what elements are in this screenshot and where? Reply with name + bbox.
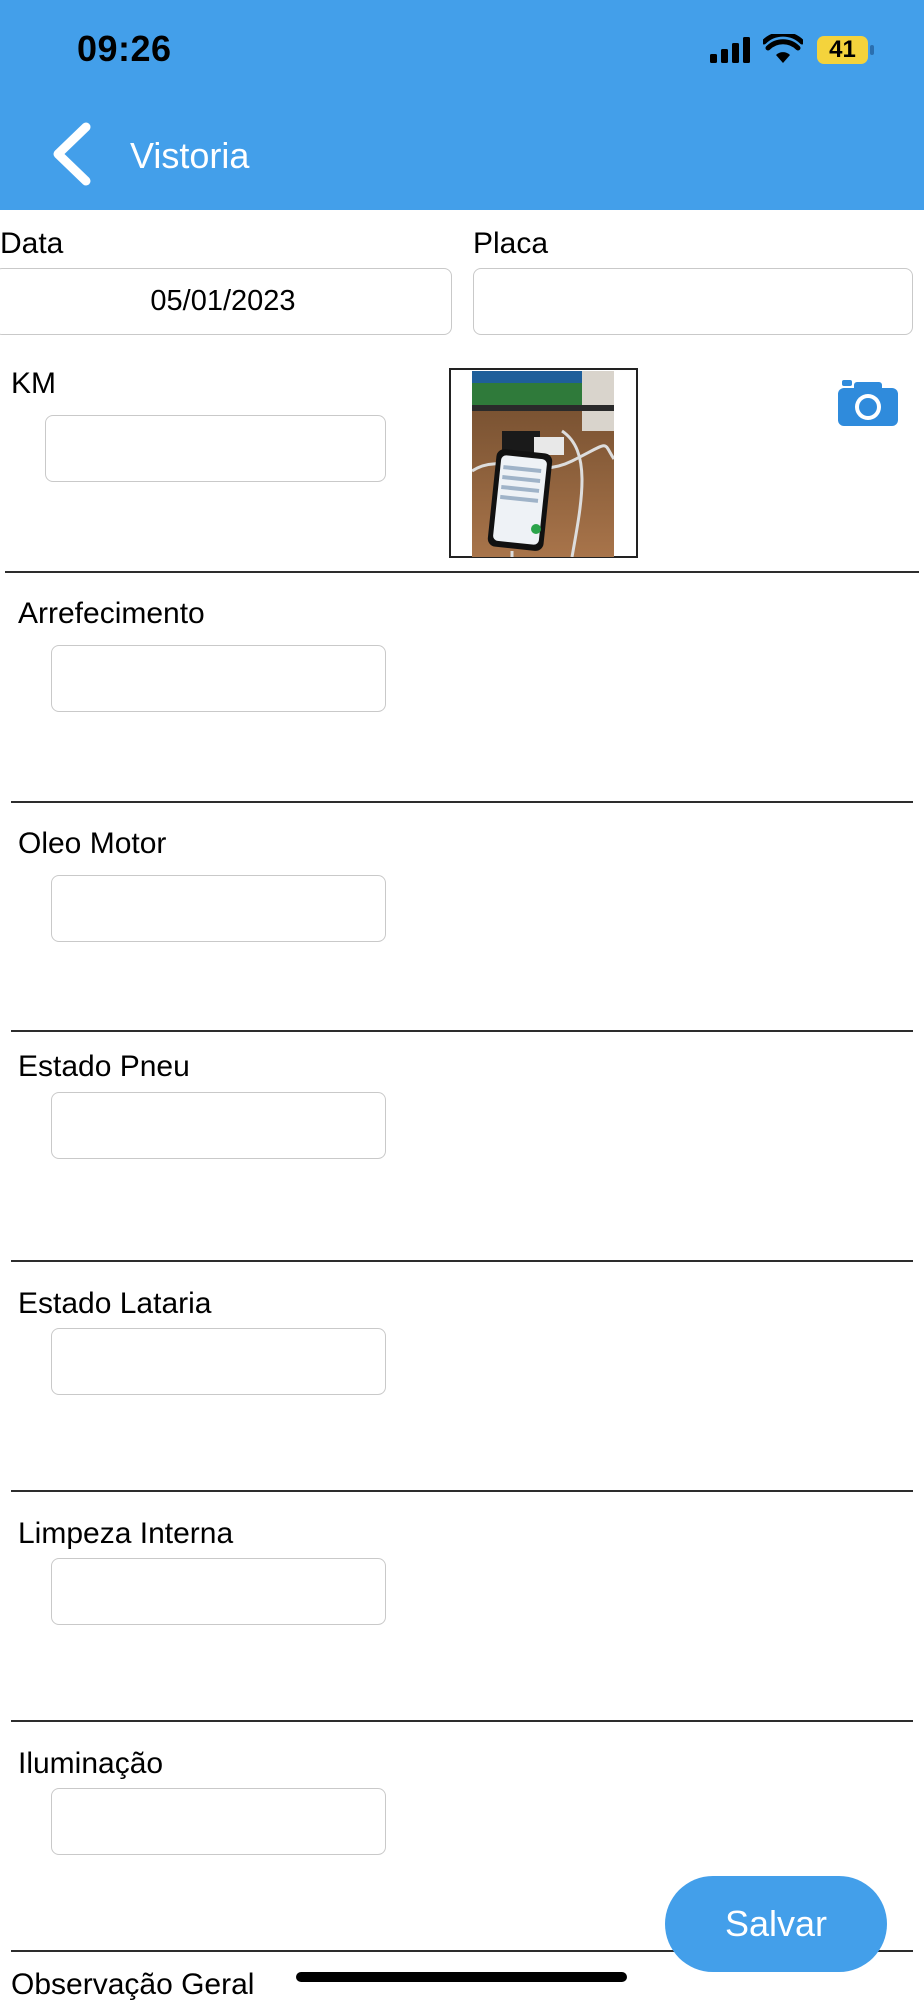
divider — [11, 1030, 913, 1032]
estado-pneu-field[interactable] — [51, 1092, 386, 1159]
data-label: Data — [0, 227, 64, 260]
save-button[interactable]: Salvar — [665, 1876, 887, 1972]
observacao-geral-label: Observação Geral — [11, 1968, 255, 2001]
oleo-motor-label: Oleo Motor — [18, 827, 167, 860]
back-button[interactable] — [48, 121, 94, 187]
page-title: Vistoria — [130, 135, 250, 176]
data-field[interactable] — [0, 268, 452, 335]
photo-image — [472, 371, 614, 557]
placa-field[interactable] — [473, 268, 913, 335]
cellular-signal-icon — [710, 37, 750, 63]
divider — [11, 1260, 913, 1262]
divider — [11, 1720, 913, 1722]
estado-lataria-label: Estado Lataria — [18, 1287, 212, 1320]
limpeza-interna-label: Limpeza Interna — [18, 1517, 234, 1550]
wifi-icon — [763, 34, 803, 63]
arrefecimento-label: Arrefecimento — [18, 597, 205, 630]
km-label: KM — [11, 367, 56, 400]
iluminacao-label: Iluminação — [18, 1747, 164, 1780]
limpeza-interna-field[interactable] — [51, 1558, 386, 1625]
placa-label: Placa — [473, 227, 549, 260]
oleo-motor-field[interactable] — [51, 875, 386, 942]
divider — [11, 1490, 913, 1492]
km-field[interactable] — [45, 415, 386, 482]
divider — [5, 571, 919, 573]
photo-thumbnail[interactable] — [449, 368, 638, 558]
divider — [11, 801, 913, 803]
home-indicator — [296, 1972, 627, 1982]
battery-cap — [870, 45, 874, 55]
estado-lataria-field[interactable] — [51, 1328, 386, 1395]
arrefecimento-field[interactable] — [51, 645, 386, 712]
battery-indicator: 41 — [817, 36, 868, 64]
iluminacao-field[interactable] — [51, 1788, 386, 1855]
status-time: 09:26 — [77, 28, 172, 69]
camera-icon[interactable] — [838, 380, 898, 426]
app-header: 09:26 41 Vistoria — [0, 0, 924, 210]
estado-pneu-label: Estado Pneu — [18, 1050, 190, 1083]
